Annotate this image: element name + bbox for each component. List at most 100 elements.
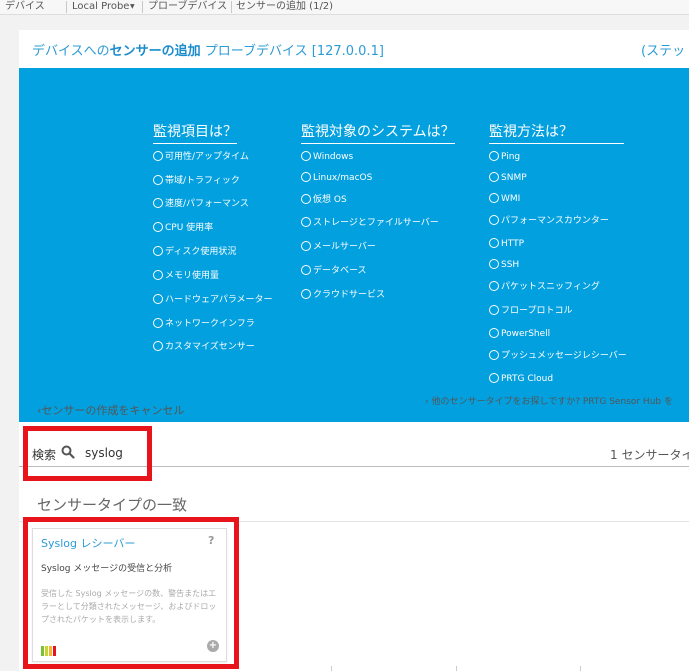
filter-option[interactable]: 仮想 OS [301,194,347,206]
filter-option[interactable]: PowerShell [489,328,550,340]
radio-icon[interactable] [489,350,499,360]
radio-icon[interactable] [153,175,163,185]
filter-option[interactable]: Linux/macOS [301,172,372,184]
option-label: Windows [313,152,354,162]
breadcrumb-separator [66,1,67,13]
option-label: カスタマイズセンサー [165,342,255,352]
breadcrumb-devices[interactable]: デバイス [5,0,45,14]
radio-icon[interactable] [489,373,499,383]
radio-icon[interactable] [489,193,499,203]
option-label: SNMP [501,173,527,183]
filter-option[interactable]: PRTG Cloud [489,373,553,385]
filter-option[interactable]: ハードウェアパラメーター [153,294,273,306]
radio-icon[interactable] [489,259,499,269]
option-label: 帯域/トラフィック [165,176,240,186]
breadcrumb-probe-device[interactable]: プローブデバイス [148,0,227,14]
filter-option[interactable]: Ping [489,151,520,163]
breadcrumb: デバイス Local Probe ▼ プローブデバイス センサーの追加 (1/2… [0,0,689,15]
breadcrumb-separator [231,1,232,13]
option-label: ストレージとファイルサーバー [313,218,439,228]
scroll-tick [580,666,581,671]
radio-icon[interactable] [489,305,499,315]
chevron-down-icon[interactable]: ▼ [130,0,135,14]
cancel-sensor-link[interactable]: ‹センサーの作成をキャンセル [37,402,184,418]
filter-option[interactable]: プッシュメッセージレシーバー [489,350,627,362]
radio-icon[interactable] [301,217,311,227]
radio-icon[interactable] [153,198,163,208]
filter-option[interactable]: SNMP [489,172,527,184]
filter-option[interactable]: SSH [489,259,519,271]
filter-heading-method: 監視方法は？ [489,121,624,144]
filter-area: 監視項目は？ 監視対象のシステムは？ 監視方法は？ 可用性/アップタイム 帯域/… [19,68,689,422]
option-label: ネットワークインフラ [165,319,255,329]
page-title: デバイスへのセンサーの追加 プローブデバイス [127.0.0.1] [32,40,384,59]
filter-option[interactable]: HTTP [489,238,524,250]
filter-heading-monitor-what: 監視項目は？ [153,121,237,144]
radio-icon[interactable] [153,318,163,328]
option-label: ディスク使用状況 [165,247,237,257]
filter-option[interactable]: 速度/パフォーマンス [153,198,249,210]
radio-icon[interactable] [489,151,499,161]
radio-icon[interactable] [301,241,311,251]
option-label: パフォーマンスカウンター [501,216,609,226]
option-label: クラウドサービス [313,290,386,300]
filter-option[interactable]: カスタマイズセンサー [153,341,255,353]
breadcrumb-local-probe[interactable]: Local Probe [72,0,129,14]
filter-option[interactable]: ネットワークインフラ [153,318,255,330]
radio-icon[interactable] [301,194,311,204]
radio-icon[interactable] [489,238,499,248]
radio-icon[interactable] [301,265,311,275]
radio-icon[interactable] [153,270,163,280]
breadcrumb-separator [142,1,143,13]
filter-option[interactable]: 可用性/アップタイム [153,151,249,163]
option-label: PowerShell [501,329,551,339]
section-title: センサータイプの一致 [37,496,188,514]
breadcrumb-add-sensor: センサーの追加 (1/2) [236,1,334,12]
option-label: HTTP [501,239,525,249]
filter-option[interactable]: 帯域/トラフィック [153,175,240,187]
filter-option[interactable]: メモリ使用量 [153,270,219,282]
filter-option[interactable]: データベース [301,265,367,277]
filter-option[interactable]: WMI [489,193,520,205]
radio-icon[interactable] [301,151,311,161]
option-label: ハードウェアパラメーター [165,295,273,305]
radio-icon[interactable] [153,246,163,256]
radio-icon[interactable] [301,289,311,299]
radio-icon[interactable] [489,281,499,291]
option-label: データベース [313,266,367,276]
filter-option[interactable]: パケットスニッフィング [489,281,600,293]
radio-icon[interactable] [301,172,311,182]
radio-icon[interactable] [153,151,163,161]
option-label: メールサーバー [313,242,376,252]
filter-option[interactable]: クラウドサービス [301,289,385,301]
radio-icon[interactable] [153,294,163,304]
radio-icon[interactable] [489,172,499,182]
filter-option[interactable]: ストレージとファイルサーバー [301,217,439,229]
filter-option[interactable]: パフォーマンスカウンター [489,215,609,227]
radio-icon[interactable] [489,215,499,225]
scroll-tick [456,666,457,671]
radio-icon[interactable] [153,341,163,351]
option-label: Ping [501,152,521,162]
option-label: フロープロトコル [501,306,573,316]
title-bold: センサーの追加 [109,44,201,59]
panel-header: デバイスへのセンサーの追加 プローブデバイス [127.0.0.1] (ステッ [19,30,689,68]
option-label: SSH [501,260,520,270]
option-label: 可用性/アップタイム [165,152,249,162]
radio-icon[interactable] [489,328,499,338]
radio-icon[interactable] [153,222,163,232]
filter-option[interactable]: フロープロトコル [489,305,572,317]
filter-heading-target-system: 監視対象のシステムは？ [301,121,455,144]
cancel-label: センサーの作成をキャンセル [41,404,185,417]
sensor-hub-label: 他のセンサータイプをお探しですか? PRTG Sensor Hub を [431,397,673,407]
option-label: プッシュメッセージレシーバー [501,351,627,361]
highlight-box-card [23,517,239,669]
filter-option[interactable]: ディスク使用状況 [153,246,236,258]
filter-option[interactable]: Windows [301,151,353,163]
step-indicator: (ステッ [641,44,686,59]
filter-option[interactable]: CPU 使用率 [153,222,213,234]
chevron-right-icon: › [425,397,429,407]
option-label: 仮想 OS [313,195,347,205]
filter-option[interactable]: メールサーバー [301,241,376,253]
sensor-hub-link[interactable]: › 他のセンサータイプをお探しですか? PRTG Sensor Hub を [425,394,673,407]
